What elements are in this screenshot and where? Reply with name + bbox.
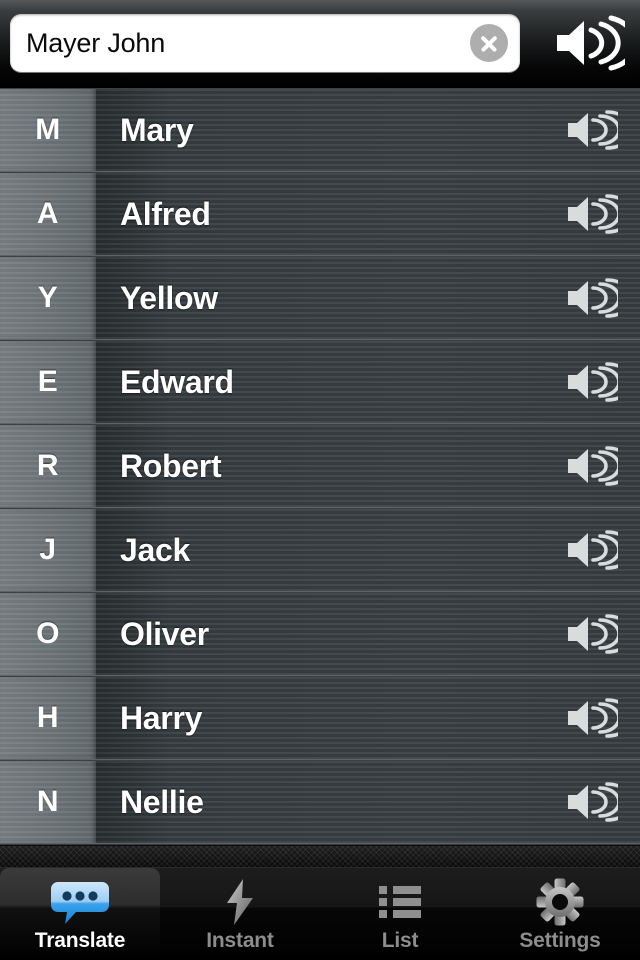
texture-divider (0, 845, 640, 868)
row-letter-cell: J (0, 509, 96, 591)
app-root: MMaryAAlfredYYellowEEdwardRRobertJJackOO… (0, 0, 640, 960)
tab-translate[interactable]: Translate (0, 868, 160, 960)
list-item[interactable]: R Robert (0, 424, 640, 508)
tab-instant[interactable]: Instant (160, 868, 320, 960)
row-name-cell: Alfred (96, 173, 640, 255)
row-name-cell: Harry (96, 677, 640, 759)
speaker-icon[interactable] (562, 441, 622, 491)
row-letter-cell: A (0, 173, 96, 255)
row-letter: O (36, 617, 60, 650)
speaker-icon[interactable] (552, 12, 626, 74)
tab-label: List (381, 929, 419, 952)
row-name: Edward (120, 363, 234, 400)
search-field[interactable] (10, 14, 520, 72)
tab-bar[interactable]: Translate Instant List Settings (0, 868, 640, 960)
row-letter-cell: O (0, 593, 96, 675)
row-letter: Y (37, 281, 59, 314)
row-name: Jack (120, 531, 190, 568)
row-letter-cell: M (0, 89, 96, 171)
row-letter-cell: R (0, 425, 96, 507)
speaker-icon[interactable] (562, 525, 622, 575)
row-name-cell: Edward (96, 341, 640, 423)
tab-list[interactable]: List (320, 868, 480, 960)
tab-label: Translate (34, 929, 126, 952)
list-item[interactable]: Y Yellow (0, 256, 640, 340)
row-name: Oliver (120, 615, 209, 652)
speech-bubble-icon (50, 878, 110, 926)
row-letter: J (39, 533, 57, 566)
row-name-cell: Jack (96, 509, 640, 591)
speaker-icon[interactable] (562, 105, 622, 155)
row-letter-cell: Y (0, 257, 96, 339)
row-letter: H (36, 701, 60, 734)
row-name: Robert (120, 447, 222, 484)
list-icon (379, 878, 421, 926)
row-letter-cell: E (0, 341, 96, 423)
row-name-cell: Mary (96, 89, 640, 171)
row-name-cell: Oliver (96, 593, 640, 675)
row-letter: A (36, 197, 60, 230)
gear-icon (536, 878, 584, 926)
row-letter: E (37, 365, 59, 398)
row-name: Harry (120, 699, 203, 736)
speaker-icon[interactable] (562, 777, 622, 827)
speaker-icon[interactable] (562, 189, 622, 239)
row-letter: N (36, 785, 60, 818)
row-name: Nellie (120, 783, 204, 820)
header-bar (0, 0, 640, 88)
row-letter-cell: H (0, 677, 96, 759)
speaker-icon[interactable] (562, 273, 622, 323)
list-item[interactable]: O Oliver (0, 592, 640, 676)
speaker-icon[interactable] (562, 693, 622, 743)
speaker-icon[interactable] (562, 357, 622, 407)
tab-label: Instant (206, 929, 274, 952)
row-name: Yellow (120, 279, 218, 316)
row-name: Alfred (120, 195, 211, 232)
speaker-icon[interactable] (562, 609, 622, 659)
tab-label: Settings (519, 929, 601, 952)
lightning-bolt-icon (223, 878, 257, 926)
list-item[interactable]: E Edward (0, 340, 640, 424)
row-name-cell: Nellie (96, 761, 640, 843)
row-letter: R (36, 449, 60, 482)
list-item[interactable]: J Jack (0, 508, 640, 592)
tab-settings[interactable]: Settings (480, 868, 640, 960)
list-item[interactable]: N Nellie (0, 760, 640, 844)
row-name-cell: Yellow (96, 257, 640, 339)
row-name: Mary (120, 111, 194, 148)
row-letter: M (35, 113, 61, 146)
list-item[interactable]: H Harry (0, 676, 640, 760)
list-item[interactable]: A Alfred (0, 172, 640, 256)
name-list[interactable]: M Mary A Alfred Y Yellow E Edward R Robert J Jack O O… (0, 88, 640, 845)
row-letter-cell: N (0, 761, 96, 843)
list-item[interactable]: M Mary (0, 88, 640, 172)
row-name-cell: Robert (96, 425, 640, 507)
search-input[interactable] (10, 27, 470, 59)
clear-circle-icon[interactable] (470, 24, 508, 62)
